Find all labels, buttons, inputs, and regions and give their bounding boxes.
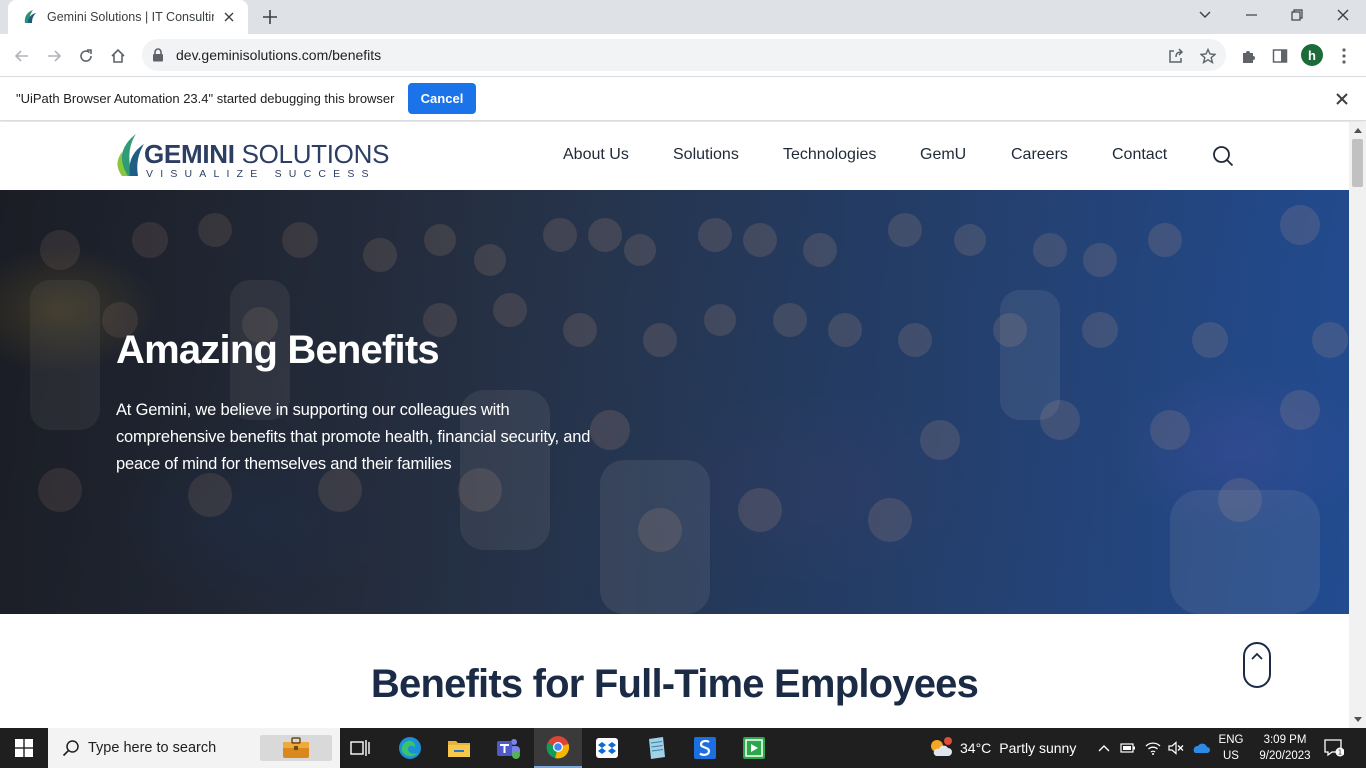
gemini-favicon-icon <box>24 10 36 23</box>
page-scrollbar[interactable] <box>1349 122 1366 728</box>
gemini-leaf-logo-icon <box>117 134 144 176</box>
home-icon[interactable] <box>104 42 132 70</box>
bookmark-star-icon[interactable] <box>1197 45 1219 67</box>
uipath-assistant-icon[interactable] <box>730 728 778 768</box>
dropbox-icon[interactable] <box>583 728 631 768</box>
file-explorer-icon[interactable] <box>435 728 483 768</box>
onedrive-icon[interactable] <box>1189 728 1213 768</box>
search-highlight-briefcase-icon[interactable] <box>260 735 332 761</box>
address-bar[interactable]: dev.geminisolutions.com/benefits <box>142 39 1226 71</box>
scrollbar-thumb[interactable] <box>1352 139 1363 187</box>
lang-bottom: US <box>1223 750 1239 762</box>
restore-icon[interactable] <box>1274 0 1320 30</box>
browser-tab-active[interactable]: Gemini Solutions | IT Consulting <box>8 0 248 34</box>
back-arrow-icon[interactable] <box>8 42 36 70</box>
lock-icon[interactable] <box>152 48 164 62</box>
hero-description: At Gemini, we believe in supporting our … <box>116 401 591 473</box>
speaker-muted-icon[interactable] <box>1164 728 1188 768</box>
side-panel-icon[interactable] <box>1266 42 1294 70</box>
window-close-icon[interactable] <box>1320 0 1366 30</box>
scroll-to-top-button[interactable] <box>1243 642 1271 688</box>
task-view-icon[interactable] <box>336 728 384 768</box>
notification-center-icon[interactable]: 1 <box>1322 736 1346 760</box>
nav-solutions[interactable]: Solutions <box>673 146 739 164</box>
taskbar-weather[interactable]: 34°C Partly sunny <box>928 728 1076 768</box>
taskbar-clock[interactable]: 3:09 PM 9/20/2023 <box>1252 732 1318 764</box>
logo-name-light: SOLUTIONS <box>234 139 390 169</box>
chevron-up-icon <box>1251 652 1263 660</box>
nav-technologies[interactable]: Technologies <box>783 146 876 164</box>
notepad-icon[interactable] <box>632 728 680 768</box>
taskbar-search-icon <box>62 740 79 757</box>
weather-condition: Partly sunny <box>999 740 1077 756</box>
nav-contact[interactable]: Contact <box>1112 146 1167 164</box>
clock-date: 9/20/2023 <box>1259 750 1311 762</box>
browser-tab-strip: Gemini Solutions | IT Consulting <box>0 0 1366 34</box>
forward-arrow-icon[interactable] <box>40 42 68 70</box>
new-tab-plus-icon[interactable] <box>258 6 282 28</box>
tab-title: Gemini Solutions | IT Consulting <box>47 10 214 24</box>
share-icon[interactable] <box>1165 45 1187 67</box>
chrome-icon[interactable] <box>534 728 582 768</box>
debugging-infobar: "UiPath Browser Automation 23.4" started… <box>0 78 1366 121</box>
nav-careers[interactable]: Careers <box>1011 146 1068 164</box>
scroll-up-arrow-icon[interactable] <box>1353 126 1362 135</box>
address-url: dev.geminisolutions.com/benefits <box>176 47 382 63</box>
edge-icon[interactable] <box>386 728 434 768</box>
nav-about-us[interactable]: About Us <box>563 146 629 164</box>
taskbar-search-placeholder: Type here to search <box>88 740 217 756</box>
page-viewport: GEMINI SOLUTIONS VISUALIZE SUCCESS About… <box>0 122 1349 728</box>
tab-search-chevron-icon[interactable] <box>1182 0 1228 30</box>
logo-name-bold: GEMINI <box>144 139 235 169</box>
benefits-section-title: Benefits for Full-Time Employees <box>370 662 979 706</box>
lang-top: ENG <box>1218 734 1244 746</box>
profile-avatar[interactable]: h <box>1301 44 1323 66</box>
infobar-message: "UiPath Browser Automation 23.4" started… <box>16 91 395 106</box>
partly-sunny-icon <box>931 737 952 756</box>
site-search-icon[interactable] <box>1211 144 1235 168</box>
reload-icon[interactable] <box>72 42 100 70</box>
logo-wordmark: GEMINI SOLUTIONS <box>144 139 389 170</box>
teams-icon[interactable] <box>484 728 532 768</box>
uipath-studio-icon[interactable] <box>681 728 729 768</box>
battery-icon[interactable] <box>1116 728 1140 768</box>
infobar-cancel-button[interactable]: Cancel <box>408 83 476 114</box>
windows-taskbar: Type here to search 34°C Partly sunny EN… <box>0 728 1366 768</box>
hero-banner: Amazing Benefits At Gemini, we believe i… <box>0 190 1349 614</box>
logo-tagline: VISUALIZE SUCCESS <box>146 168 376 180</box>
wifi-icon[interactable] <box>1141 728 1165 768</box>
tray-overflow-chevron-icon[interactable] <box>1092 728 1116 768</box>
hero-title: Amazing Benefits <box>116 328 440 372</box>
notification-count: 1 <box>1338 749 1342 757</box>
windows-start-icon[interactable] <box>0 728 48 768</box>
minimize-icon[interactable] <box>1228 0 1274 30</box>
input-language[interactable]: ENG US <box>1216 732 1246 764</box>
extensions-puzzle-icon[interactable] <box>1234 42 1262 70</box>
taskbar-search-box[interactable]: Type here to search <box>48 728 340 768</box>
infobar-close-icon[interactable] <box>1333 90 1351 108</box>
weather-temp: 34°C <box>960 740 992 756</box>
chrome-menu-icon[interactable] <box>1330 42 1358 70</box>
browser-toolbar: dev.geminisolutions.com/benefits <box>0 34 1366 77</box>
clock-time: 3:09 PM <box>1263 734 1307 746</box>
scroll-down-arrow-icon[interactable] <box>1353 715 1362 724</box>
site-header: GEMINI SOLUTIONS VISUALIZE SUCCESS About… <box>0 122 1349 190</box>
gemini-logo[interactable]: GEMINI SOLUTIONS VISUALIZE SUCCESS <box>116 132 389 180</box>
tab-close-icon[interactable] <box>220 8 238 26</box>
nav-gemu[interactable]: GemU <box>920 146 966 164</box>
